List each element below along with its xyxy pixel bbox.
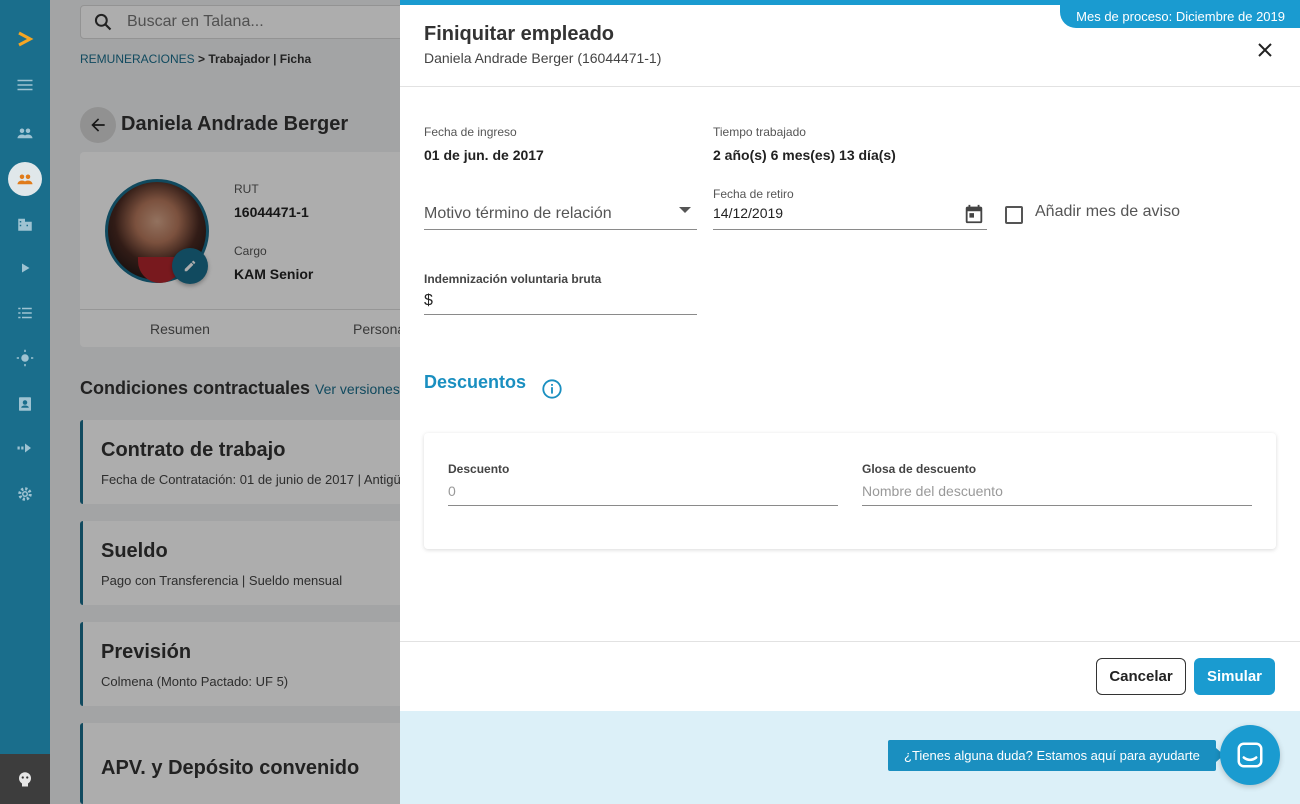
aviso-checkbox-label[interactable]: Añadir mes de aviso [1035,203,1180,221]
close-icon [1258,43,1272,57]
currency-prefix: $ [424,292,433,309]
menu-icon[interactable] [0,70,50,100]
play-icon[interactable] [0,253,50,283]
forward-icon[interactable] [0,433,50,463]
finiquito-modal: Mes de proceso: Diciembre de 2019 Finiqu… [400,0,1300,804]
simulate-button[interactable]: Simular [1194,658,1275,695]
motivo-placeholder: Motivo término de relación [424,205,612,222]
descuento-placeholder: 0 [448,483,456,499]
people-icon[interactable] [0,118,50,148]
fecha-ingreso-value: 01 de jun. de 2017 [424,147,544,163]
cancel-button[interactable]: Cancelar [1096,658,1186,695]
tiempo-trabajado-label: Tiempo trabajado [713,125,806,139]
fecha-retiro-input[interactable]: 14/12/2019 [713,201,987,230]
descuentos-title: Descuentos [424,372,527,392]
list-icon[interactable] [0,298,50,328]
glosa-placeholder: Nombre del descuento [862,483,1003,499]
chat-icon [1237,742,1263,768]
mascot-icon[interactable] [0,754,50,804]
indemnizacion-input[interactable]: $ [424,288,697,315]
employees-icon[interactable] [0,164,50,194]
sun-icon[interactable] [0,343,50,373]
modal-subtitle: Daniela Andrade Berger (16044471-1) [424,50,662,66]
header-divider [400,86,1300,87]
modal-title: Finiquitar empleado [424,23,615,45]
chevron-down-icon [679,207,691,213]
help-message[interactable]: ¿Tienes alguna duda? Estamos aquí para a… [888,740,1224,771]
gear-icon[interactable] [0,479,50,509]
calendar-icon[interactable] [963,203,985,225]
fecha-retiro-value: 14/12/2019 [713,205,784,221]
fecha-ingreso-label: Fecha de ingreso [424,125,517,139]
glosa-label: Glosa de descuento [862,462,977,476]
aviso-checkbox[interactable] [1005,206,1023,224]
logo-icon[interactable] [0,24,50,54]
glosa-input[interactable]: Nombre del descuento [862,479,1252,506]
footer-divider [400,641,1300,642]
indemnizacion-label: Indemnización voluntaria bruta [424,272,602,286]
modal-backdrop[interactable] [50,0,400,804]
descuento-card: Descuento 0 Glosa de descuento Nombre de… [424,433,1276,549]
fecha-retiro-label: Fecha de retiro [713,187,794,201]
help-band: ¿Tienes alguna duda? Estamos aquí para a… [400,711,1300,804]
building-icon[interactable] [0,209,50,239]
close-button[interactable] [1253,38,1277,62]
process-month-badge: Mes de proceso: Diciembre de 2019 [1060,5,1300,28]
info-icon[interactable] [541,378,563,400]
descuento-input[interactable]: 0 [448,479,838,506]
motivo-select[interactable]: Motivo término de relación [424,198,697,230]
contact-card-icon[interactable] [0,389,50,419]
chat-button[interactable] [1220,725,1280,785]
tiempo-trabajado-value: 2 año(s) 6 mes(es) 13 día(s) [713,147,896,163]
sidebar [0,0,50,804]
descuento-label: Descuento [448,462,510,476]
